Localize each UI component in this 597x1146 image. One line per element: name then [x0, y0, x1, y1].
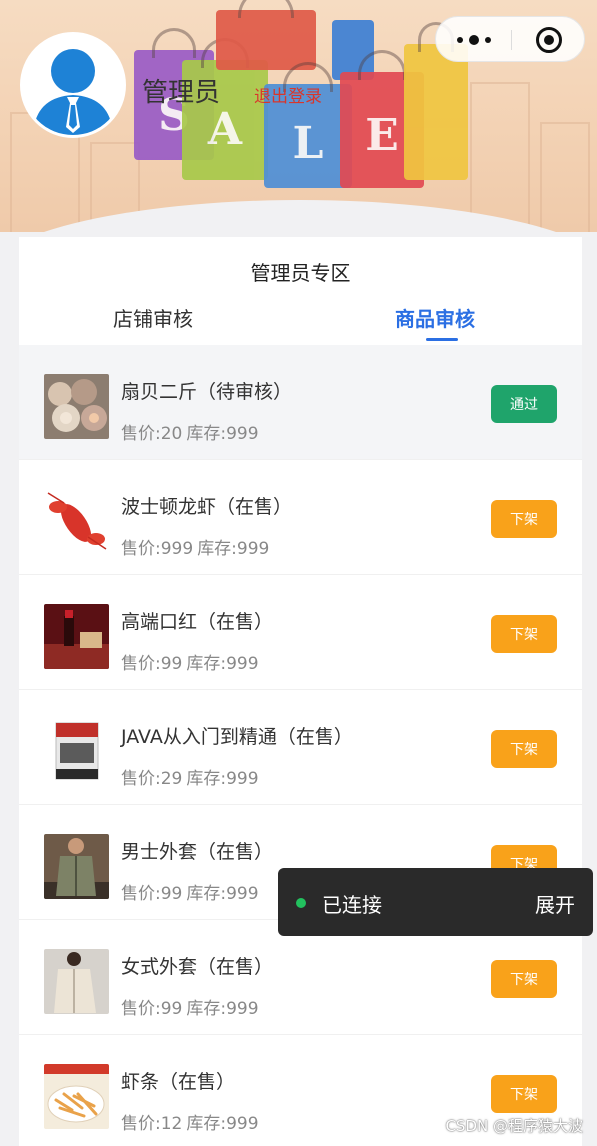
watermark: CSDN @程序猿大波 — [445, 1117, 583, 1135]
connected-status-dot — [296, 898, 306, 908]
admin-panel: 管理员专区 店铺审核 商品审核 扇贝二斤（待审核） 售价:20 库存:999 通过 — [19, 237, 582, 1146]
tab-product-review[interactable]: 商品审核 — [395, 303, 475, 332]
mini-program-capsule — [435, 16, 585, 62]
user-silhouette-icon — [33, 49, 113, 135]
product-title: JAVA从入门到精通（在售） — [121, 726, 353, 748]
product-price: 售价:999 — [121, 539, 194, 559]
product-stock: 库存:999 — [186, 1114, 259, 1134]
product-stock: 库存:999 — [186, 424, 259, 444]
product-meta: 售价:99 库存:999 — [121, 994, 263, 1019]
banner-building — [470, 82, 530, 232]
admin-avatar[interactable] — [20, 32, 126, 138]
connection-status: 已连接 — [322, 893, 382, 917]
product-title: 扇贝二斤（待审核） — [121, 381, 293, 403]
product-list: 扇贝二斤（待审核） 售价:20 库存:999 通过 波士顿龙虾（在售） 售价:99… — [19, 345, 582, 1146]
product-price: 售价:20 — [121, 424, 183, 444]
list-item[interactable]: JAVA从入门到精通（在售） 售价:29 库存:999 下架 — [19, 690, 582, 805]
product-meta: 售价:29 库存:999 — [121, 764, 263, 789]
expand-button[interactable]: 展开 — [535, 889, 575, 918]
scallop-image — [44, 374, 109, 439]
product-meta: 售价:999 库存:999 — [121, 534, 273, 559]
banner-letter: L — [292, 118, 324, 169]
banner-building — [540, 122, 590, 232]
list-item[interactable]: 扇贝二斤（待审核） 售价:20 库存:999 通过 — [19, 345, 582, 460]
product-meta: 售价:20 库存:999 — [121, 419, 263, 444]
product-price: 售价:99 — [121, 884, 183, 904]
product-price: 售价:29 — [121, 769, 183, 789]
take-down-button[interactable]: 下架 — [491, 730, 557, 768]
tab-store-review[interactable]: 店铺审核 — [113, 303, 193, 332]
take-down-button[interactable]: 下架 — [491, 500, 557, 538]
logout-link[interactable]: 退出登录 — [254, 82, 322, 107]
take-down-button[interactable]: 下架 — [491, 960, 557, 998]
product-price: 售价:12 — [121, 1114, 183, 1134]
admin-name: 管理员 — [142, 78, 221, 108]
take-down-button[interactable]: 下架 — [491, 615, 557, 653]
connection-toast: 已连接 展开 — [278, 868, 593, 936]
list-item[interactable]: 波士顿龙虾（在售） 售价:999 库存:999 下架 — [19, 460, 582, 575]
product-stock: 库存:999 — [186, 654, 259, 674]
shopping-bag-red — [216, 0, 316, 70]
mens-coat-image — [44, 834, 109, 899]
target-icon[interactable] — [511, 17, 586, 63]
product-price: 售价:99 — [121, 999, 183, 1019]
book-image — [44, 719, 109, 784]
shrimp-chips-image — [44, 1064, 109, 1129]
product-title: 高端口红（在售） — [121, 611, 274, 633]
product-title: 男士外套（在售） — [121, 841, 274, 863]
womens-coat-image — [44, 949, 109, 1014]
product-title: 虾条（在售） — [121, 1071, 236, 1093]
more-dots-icon[interactable] — [436, 17, 511, 63]
approve-button[interactable]: 通过 — [491, 385, 557, 423]
product-stock: 库存:999 — [186, 769, 259, 789]
take-down-button[interactable]: 下架 — [491, 1075, 557, 1113]
product-stock: 库存:999 — [186, 999, 259, 1019]
banner-letter: A — [207, 104, 243, 155]
lobster-image — [44, 489, 109, 554]
product-price: 售价:99 — [121, 654, 183, 674]
product-meta: 售价:99 库存:999 — [121, 879, 263, 904]
list-item[interactable]: 高端口红（在售） 售价:99 库存:999 下架 — [19, 575, 582, 690]
active-tab-indicator — [426, 338, 458, 341]
panel-title: 管理员专区 — [250, 261, 351, 285]
shopping-bag-yellow — [404, 22, 468, 180]
product-meta: 售价:12 库存:999 — [121, 1109, 263, 1134]
product-stock: 库存:999 — [186, 884, 259, 904]
lipstick-image — [44, 604, 109, 669]
list-item[interactable]: 女式外套（在售） 售价:99 库存:999 下架 — [19, 920, 582, 1035]
product-meta: 售价:99 库存:999 — [121, 649, 263, 674]
product-title: 女式外套（在售） — [121, 956, 274, 978]
product-stock: 库存:999 — [197, 539, 270, 559]
product-title: 波士顿龙虾（在售） — [121, 496, 293, 518]
